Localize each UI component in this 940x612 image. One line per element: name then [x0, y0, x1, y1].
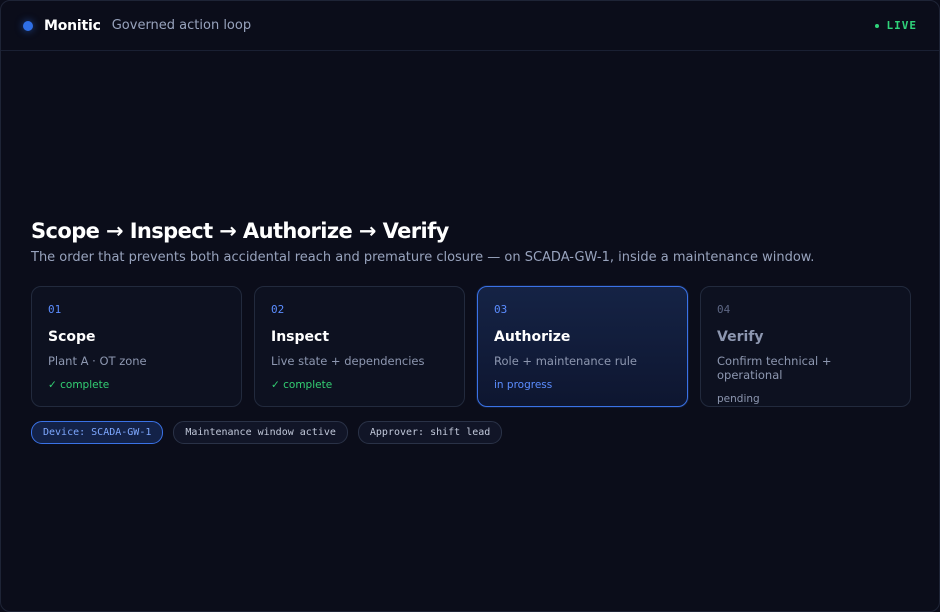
brand-dot-icon	[23, 20, 33, 31]
step-title: Scope	[48, 329, 96, 345]
brand-name: Monitic	[44, 17, 101, 34]
brand-subtitle: Governed action loop	[111, 18, 252, 33]
live-label: LIVE	[886, 19, 917, 32]
step-number: 02	[271, 303, 285, 316]
step-number: 04	[717, 303, 731, 316]
step-status: in progress	[494, 379, 553, 391]
step-description: Live state + dependencies	[271, 354, 425, 368]
step-card-scope[interactable]: 01 Scope Plant A · OT zone ✓ complete	[31, 286, 242, 407]
page-subtitle: The order that prevents both accidental …	[31, 250, 815, 265]
tag-device[interactable]: Device: SCADA-GW-1	[31, 421, 164, 444]
step-title: Authorize	[494, 329, 571, 345]
step-description: Role + maintenance rule	[494, 354, 638, 368]
context-tags: Device: SCADA-GW-1 Maintenance window ac…	[31, 421, 911, 444]
step-status: ✓ complete	[48, 379, 110, 391]
step-card-inspect[interactable]: 02 Inspect Live state + dependencies ✓ c…	[254, 286, 465, 407]
tag-maintenance-window[interactable]: Maintenance window active	[173, 421, 348, 444]
step-card-verify[interactable]: 04 Verify Confirm technical + operationa…	[700, 286, 911, 407]
app-window: Monitic Governed action loop LIVE Scope …	[0, 0, 940, 612]
main-content: Scope → Inspect → Authorize → Verify The…	[31, 219, 911, 444]
step-description: Plant A · OT zone	[48, 354, 147, 368]
step-status: pending	[717, 393, 760, 405]
step-number: 03	[494, 303, 508, 316]
step-status: ✓ complete	[271, 379, 333, 391]
step-number: 01	[48, 303, 62, 316]
live-indicator: LIVE	[874, 19, 918, 32]
step-title: Inspect	[271, 329, 330, 345]
step-card-authorize[interactable]: 03 Authorize Role + maintenance rule in …	[477, 286, 688, 407]
page-title: Scope → Inspect → Authorize → Verify	[31, 219, 449, 243]
tag-approver[interactable]: Approver: shift lead	[357, 421, 503, 444]
live-dot-icon	[874, 23, 879, 28]
step-cards: 01 Scope Plant A · OT zone ✓ complete 02…	[31, 286, 911, 407]
top-bar: Monitic Governed action loop LIVE	[1, 1, 939, 51]
step-title: Verify	[717, 329, 764, 345]
step-description: Confirm technical + operational	[717, 354, 832, 382]
